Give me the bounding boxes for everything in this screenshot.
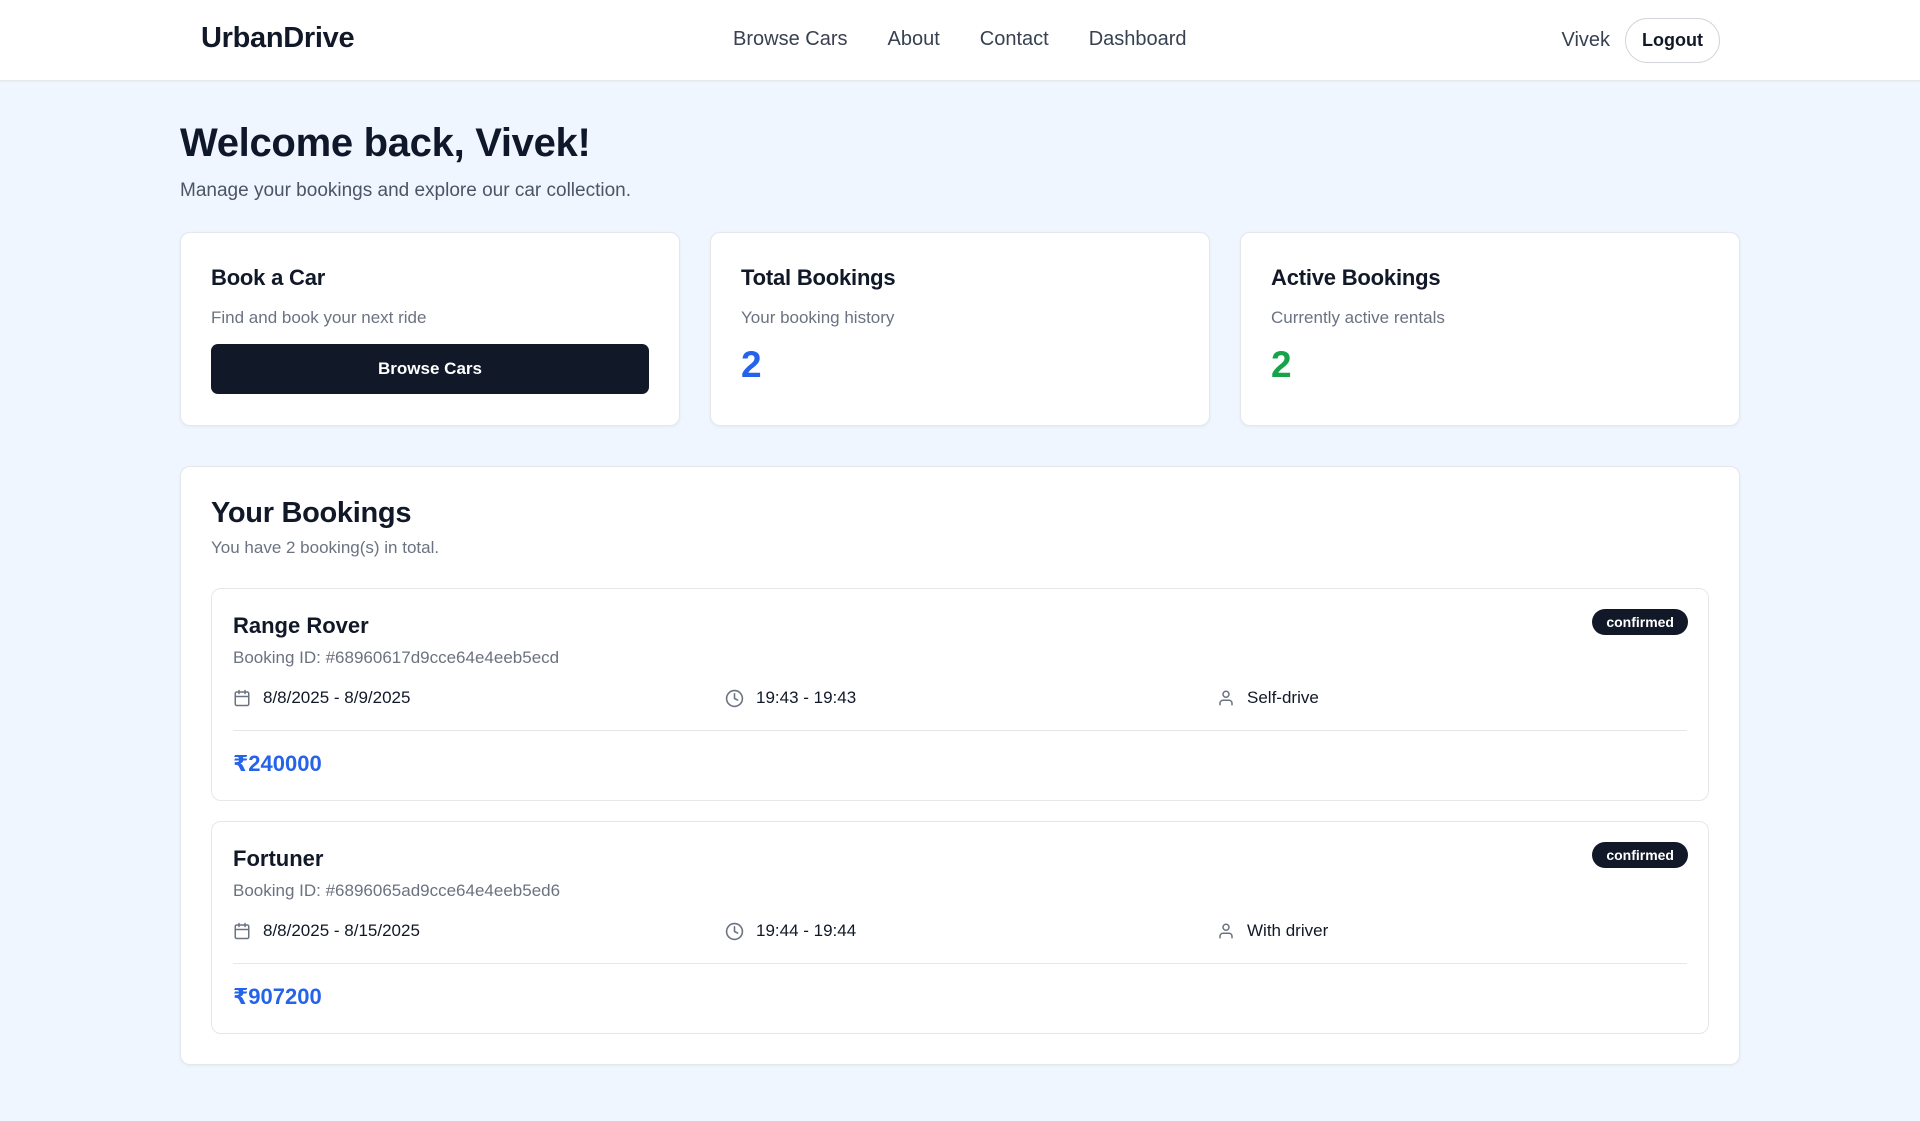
your-bookings-panel: Your Bookings You have 2 booking(s) in t…: [180, 466, 1740, 1065]
card-title: Active Bookings: [1271, 265, 1441, 290]
car-name: Range Rover: [233, 613, 369, 638]
card-description: Find and book your next ride: [211, 308, 427, 327]
brand-logo[interactable]: UrbanDrive: [201, 22, 355, 55]
browse-cars-button[interactable]: Browse Cars: [211, 344, 649, 394]
status-badge: confirmed: [1592, 609, 1688, 635]
page-subtitle: Manage your bookings and explore our car…: [180, 180, 631, 201]
card-description: Currently active rentals: [1271, 308, 1445, 327]
booking-details: 8/8/2025 - 8/15/2025 19:44 - 19:44 With …: [233, 919, 1687, 943]
book-car-card: Book a Car Find and book your next ride …: [180, 232, 680, 426]
booking-id: Booking ID: #68960617d9cce64e4eeb5ecd: [233, 648, 560, 667]
clock-icon: [725, 689, 744, 708]
booking-times: 19:43 - 19:43: [725, 688, 1217, 708]
calendar-icon: [233, 922, 251, 940]
booking-times: 19:44 - 19:44: [725, 921, 1217, 941]
active-bookings-count: 2: [1271, 344, 1292, 385]
times-text: 19:43 - 19:43: [756, 688, 857, 707]
divider: [233, 963, 1687, 964]
user-name: Vivek: [1561, 29, 1611, 51]
dashboard-main: Welcome back, Vivek! Manage your booking…: [180, 81, 1740, 1065]
booking-details: 8/8/2025 - 8/9/2025 19:43 - 19:43 Self-d…: [233, 686, 1687, 710]
car-name: Fortuner: [233, 846, 324, 871]
user-icon: [1217, 922, 1235, 940]
drive-type-text: Self-drive: [1247, 688, 1319, 707]
user-icon: [1217, 689, 1235, 707]
card-title: Book a Car: [211, 265, 326, 290]
drive-type: With driver: [1217, 921, 1328, 941]
booking-id: Booking ID: #6896065ad9cce64e4eeb5ed6: [233, 881, 561, 900]
bookings-title: Your Bookings: [211, 497, 412, 529]
user-area: Vivek Logout: [1561, 18, 1720, 63]
nav-about[interactable]: About: [887, 28, 939, 51]
total-bookings-count: 2: [741, 344, 762, 385]
dates-text: 8/8/2025 - 8/9/2025: [263, 688, 411, 707]
booking-price: ₹240000: [233, 751, 322, 776]
nav-dashboard[interactable]: Dashboard: [1089, 28, 1187, 51]
logout-button[interactable]: Logout: [1625, 18, 1720, 63]
drive-type-text: With driver: [1247, 921, 1329, 940]
top-navbar: UrbanDrive Browse Cars About Contact Das…: [0, 0, 1920, 81]
booking-dates: 8/8/2025 - 8/9/2025: [233, 688, 725, 708]
nav-browse-cars[interactable]: Browse Cars: [733, 28, 847, 51]
divider: [233, 730, 1687, 731]
active-bookings-card: Active Bookings Currently active rentals…: [1240, 232, 1740, 426]
dates-text: 8/8/2025 - 8/15/2025: [263, 921, 420, 940]
times-text: 19:44 - 19:44: [756, 921, 857, 940]
drive-type: Self-drive: [1217, 688, 1319, 708]
card-description: Your booking history: [741, 308, 895, 327]
booking-card: Range Rover Booking ID: #68960617d9cce64…: [211, 588, 1709, 801]
total-bookings-card: Total Bookings Your booking history 2: [710, 232, 1210, 426]
bookings-subtitle: You have 2 booking(s) in total.: [211, 538, 440, 557]
clock-icon: [725, 922, 744, 941]
summary-cards: Book a Car Find and book your next ride …: [180, 232, 1740, 426]
card-title: Total Bookings: [741, 265, 896, 290]
booking-dates: 8/8/2025 - 8/15/2025: [233, 921, 725, 941]
nav-contact[interactable]: Contact: [980, 28, 1049, 51]
status-badge: confirmed: [1592, 842, 1688, 868]
booking-price: ₹907200: [233, 984, 322, 1009]
page-title: Welcome back, Vivek!: [180, 121, 591, 165]
booking-card: Fortuner Booking ID: #6896065ad9cce64e4e…: [211, 821, 1709, 1034]
main-nav: Browse Cars About Contact Dashboard: [733, 28, 1187, 51]
calendar-icon: [233, 689, 251, 707]
